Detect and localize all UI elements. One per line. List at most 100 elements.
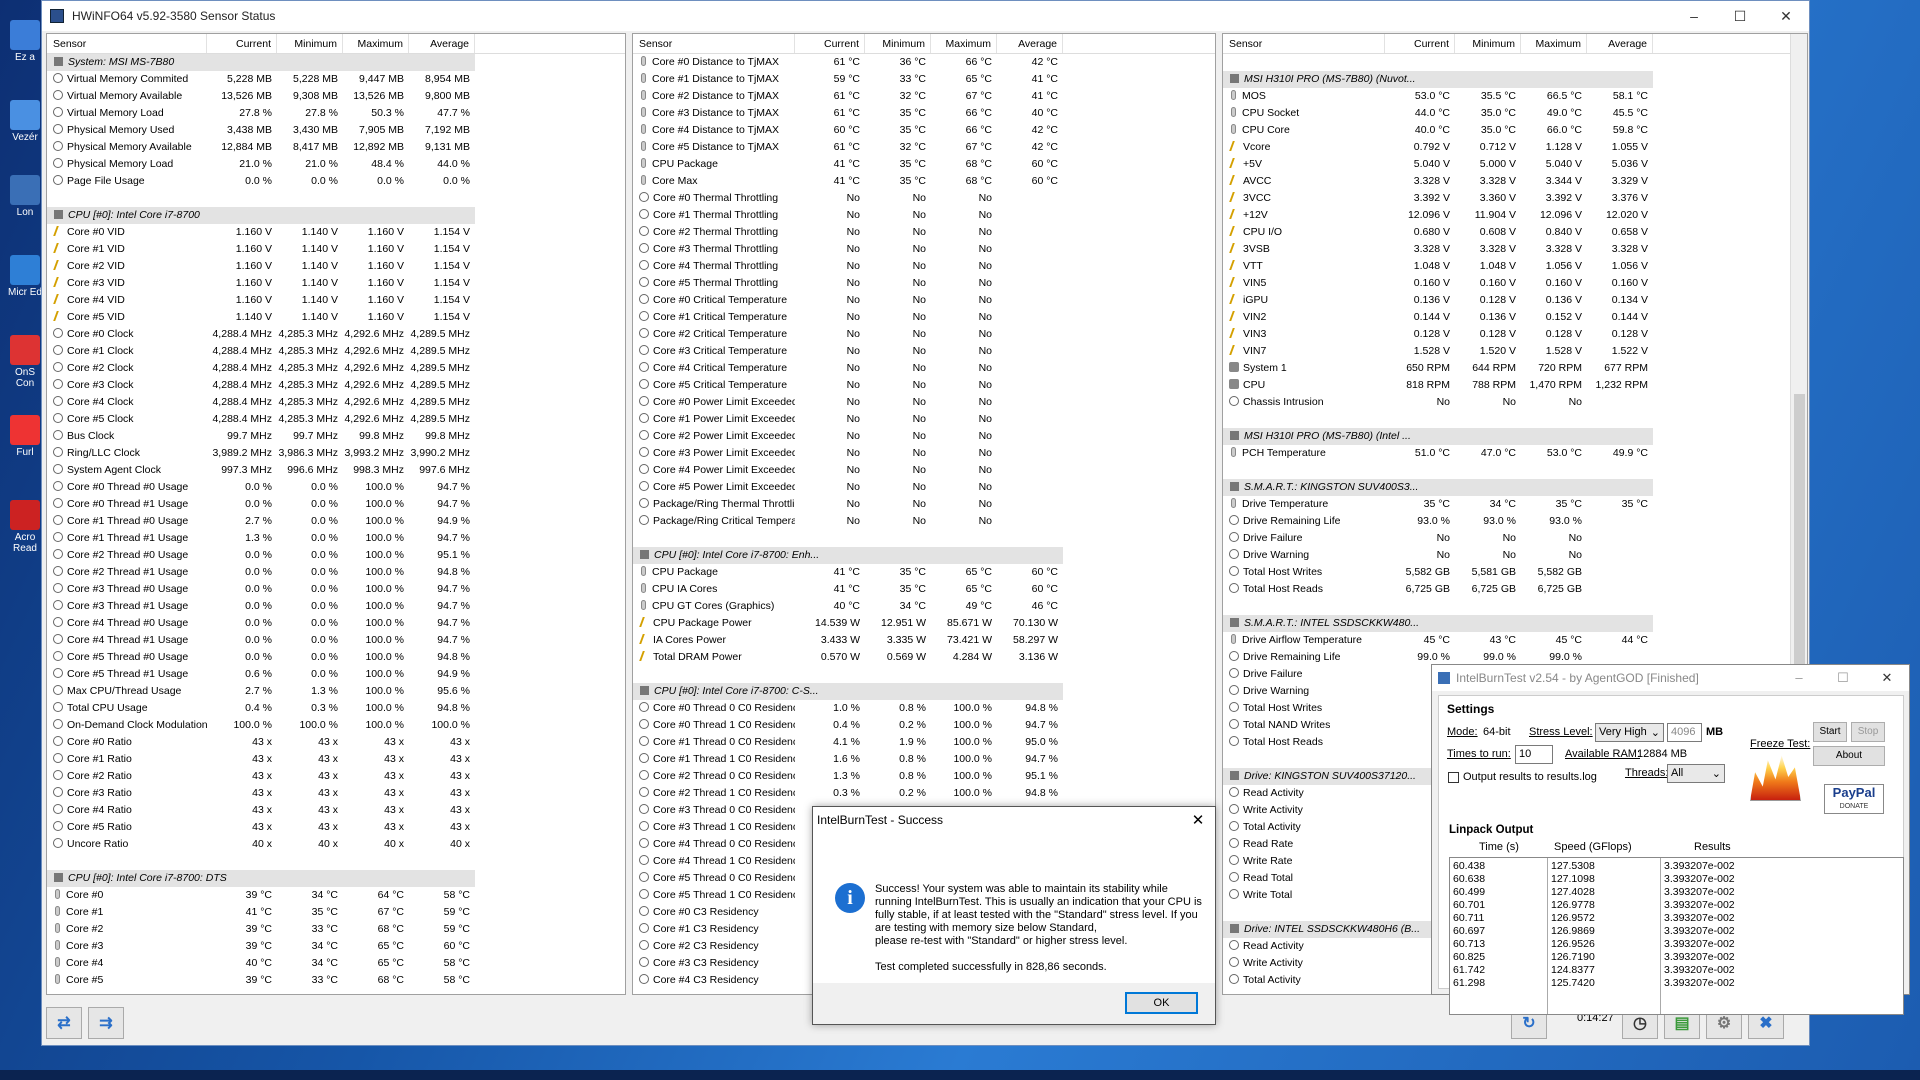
sensor-panel-1[interactable]: Sensor Current Minimum Maximum Average System… [46, 33, 626, 995]
desktop-shortcut[interactable]: Furl [8, 415, 42, 458]
times-to-run-input[interactable]: 10 [1515, 745, 1553, 764]
sensor-row[interactable]: Core #4 Critical Temperature No No No [633, 360, 1215, 377]
sensor-row[interactable]: AVCC 3.328 V 3.328 V 3.344 V 3.329 V [1223, 173, 1807, 190]
sensor-row[interactable]: Core #0 Thermal Throttling No No No [633, 190, 1215, 207]
sensor-row[interactable]: Core #1 41 °C 35 °C 67 °C 59 °C [47, 904, 625, 921]
sensor-group-header[interactable]: MSI H310I PRO (MS-7B80) (Nuvot... [1223, 71, 1807, 88]
sensor-row[interactable]: 3VSB 3.328 V 3.328 V 3.328 V 3.328 V [1223, 241, 1807, 258]
ibt-minimize-button[interactable]: – [1777, 670, 1821, 686]
sensor-row[interactable]: Core #2 Thermal Throttling No No No [633, 224, 1215, 241]
maximize-button[interactable]: ☐ [1717, 8, 1763, 25]
sensor-row[interactable]: MOS 53.0 °C 35.5 °C 66.5 °C 58.1 °C [1223, 88, 1807, 105]
column-header[interactable]: Current [1385, 34, 1455, 53]
sensor-row[interactable]: CPU Package 41 °C 35 °C 68 °C 60 °C [633, 156, 1215, 173]
sensor-row[interactable]: Core #1 Power Limit Exceeded No No No [633, 411, 1215, 428]
sensor-row[interactable]: VTT 1.048 V 1.048 V 1.056 V 1.056 V [1223, 258, 1807, 275]
sensor-row[interactable]: Core #2 Critical Temperature No No No [633, 326, 1215, 343]
desktop-shortcut[interactable]: OnS Con [8, 335, 42, 389]
sensor-row[interactable]: Core #0 Power Limit Exceeded No No No [633, 394, 1215, 411]
sensor-row[interactable]: Core #3 Clock 4,288.4 MHz 4,285.3 MHz 4,292… [47, 377, 625, 394]
column-header[interactable]: Maximum [1521, 34, 1587, 53]
scrollbar-thumb[interactable] [1794, 394, 1805, 694]
sensor-row[interactable]: Core #4 Thermal Throttling No No No [633, 258, 1215, 275]
sensor-row[interactable]: Core #0 Thread #1 Usage 0.0 % 0.0 % 100.0 %… [47, 496, 625, 513]
stress-level-select[interactable]: Very High ⌄ [1595, 723, 1664, 742]
sensor-row[interactable]: Vcore 0.792 V 0.712 V 1.128 V 1.055 V [1223, 139, 1807, 156]
sensor-row[interactable]: PCH Temperature 51.0 °C 47.0 °C 53.0 °C 49.9… [1223, 445, 1807, 462]
paypal-donate-button[interactable]: PayPal DONATE [1824, 784, 1884, 814]
sensor-row[interactable]: Core #1 Critical Temperature No No No [633, 309, 1215, 326]
sensor-row[interactable]: Core #5 Distance to TjMAX 61 °C 32 °C 67 °C… [633, 139, 1215, 156]
sensor-row[interactable]: Max CPU/Thread Usage 2.7 % 1.3 % 100.0 % 95.… [47, 683, 625, 700]
sensor-row[interactable]: Core #4 Ratio 43 x 43 x 43 x 43 x [47, 802, 625, 819]
sensor-row[interactable]: Core #2 Ratio 43 x 43 x 43 x 43 x [47, 768, 625, 785]
sensor-row[interactable]: Core #1 Ratio 43 x 43 x 43 x 43 x [47, 751, 625, 768]
sensor-row[interactable]: Core #0 VID 1.160 V 1.140 V 1.160 V 1.154 V [47, 224, 625, 241]
sensor-row[interactable]: VIN3 0.128 V 0.128 V 0.128 V 0.128 V [1223, 326, 1807, 343]
sensor-row[interactable]: Core #1 Thread #1 Usage 1.3 % 0.0 % 100.0 %… [47, 530, 625, 547]
sensor-row[interactable]: Core #3 VID 1.160 V 1.140 V 1.160 V 1.154 V [47, 275, 625, 292]
close-button[interactable]: ✕ [1763, 8, 1809, 25]
sensor-row[interactable]: Total Host Reads 6,725 GB 6,725 GB 6,725 GB [1223, 581, 1807, 598]
sensor-row[interactable]: Package/Ring Thermal Throttling No No No [633, 496, 1215, 513]
sensor-row[interactable]: Core #5 Thread #1 Usage 0.6 % 0.0 % 100.0 %… [47, 666, 625, 683]
navigate-arrows-icon[interactable]: ⇄ [46, 1007, 82, 1039]
column-header[interactable]: Sensor [633, 34, 795, 53]
sensor-row[interactable]: Core #3 39 °C 34 °C 65 °C 60 °C [47, 938, 625, 955]
sensor-row[interactable]: Core #5 Thermal Throttling No No No [633, 275, 1215, 292]
sensor-group-header[interactable]: MSI H310I PRO (MS-7B80) (Intel ... [1223, 428, 1807, 445]
sensor-row[interactable]: Core #5 39 °C 33 °C 68 °C 58 °C [47, 972, 625, 989]
sensor-row[interactable]: Core #2 Distance to TjMAX 61 °C 32 °C 67 °C… [633, 88, 1215, 105]
sensor-row[interactable]: Chassis Intrusion No No No [1223, 394, 1807, 411]
sensor-row[interactable]: Core #3 Thread #0 Usage 0.0 % 0.0 % 100.0 %… [47, 581, 625, 598]
sensor-row[interactable]: Core #3 Ratio 43 x 43 x 43 x 43 x [47, 785, 625, 802]
sensor-group-header[interactable]: S.M.A.R.T.: INTEL SSDSCKKW480... [1223, 615, 1807, 632]
sensor-row[interactable]: Core #4 Distance to TjMAX 60 °C 35 °C 66 °C… [633, 122, 1215, 139]
flame-icon[interactable] [1750, 755, 1801, 801]
dialog-close-button[interactable]: ✕ [1181, 811, 1215, 829]
sensor-row[interactable]: Core #1 Clock 4,288.4 MHz 4,285.3 MHz 4,292… [47, 343, 625, 360]
sensor-row[interactable]: Core #1 Thread 0 C0 Residency 4.1 % 1.9 % 1… [633, 734, 1215, 751]
column-header[interactable]: Current [795, 34, 865, 53]
column-header[interactable]: Sensor [1223, 34, 1385, 53]
sensor-row[interactable]: Core #0 39 °C 34 °C 64 °C 58 °C [47, 887, 625, 904]
sensor-group-header[interactable]: System: MSI MS-7B80 [47, 54, 625, 71]
sensor-row[interactable]: System 1 650 RPM 644 RPM 720 RPM 677 RPM [1223, 360, 1807, 377]
sensor-row[interactable]: Core #2 Thread #0 Usage 0.0 % 0.0 % 100.0 %… [47, 547, 625, 564]
sensor-row[interactable]: Core #4 Thread #0 Usage 0.0 % 0.0 % 100.0 %… [47, 615, 625, 632]
column-header[interactable]: Current [207, 34, 277, 53]
sensor-row[interactable]: +5V 5.040 V 5.000 V 5.040 V 5.036 V [1223, 156, 1807, 173]
sensor-group-header[interactable]: CPU [#0]: Intel Core i7-8700: DTS [47, 870, 625, 887]
sensor-row[interactable]: 3VCC 3.392 V 3.360 V 3.392 V 3.376 V [1223, 190, 1807, 207]
sensor-row[interactable]: Drive Warning No No No [1223, 547, 1807, 564]
sensor-row[interactable]: Bus Clock 99.7 MHz 99.7 MHz 99.8 MHz 99.8 MH… [47, 428, 625, 445]
sensor-row[interactable]: CPU Core 40.0 °C 35.0 °C 66.0 °C 59.8 °C [1223, 122, 1807, 139]
sensor-row[interactable]: Core #0 Thread #0 Usage 0.0 % 0.0 % 100.0 %… [47, 479, 625, 496]
desktop-shortcut[interactable]: Ez a [8, 20, 42, 63]
sensor-row[interactable]: Core #1 Thermal Throttling No No No [633, 207, 1215, 224]
sensor-row[interactable]: VIN2 0.144 V 0.136 V 0.152 V 0.144 V [1223, 309, 1807, 326]
sensor-row[interactable]: VIN7 1.528 V 1.520 V 1.528 V 1.522 V [1223, 343, 1807, 360]
sensor-row[interactable]: Drive Failure No No No [1223, 530, 1807, 547]
column-header[interactable]: Minimum [277, 34, 343, 53]
sensor-row[interactable]: Drive Temperature 35 °C 34 °C 35 °C 35 °C [1223, 496, 1807, 513]
collapse-arrows-icon[interactable]: ⇉ [88, 1007, 124, 1039]
sensor-row[interactable]: Core #2 Thread 0 C0 Residency 1.3 % 0.8 % 1… [633, 768, 1215, 785]
sensor-row[interactable]: Core #1 Thread 1 C0 Residency 1.6 % 0.8 % 1… [633, 751, 1215, 768]
sensor-row[interactable]: +12V 12.096 V 11.904 V 12.096 V 12.020 V [1223, 207, 1807, 224]
sensor-row[interactable]: Virtual Memory Load 27.8 % 27.8 % 50.3 % 47.… [47, 105, 625, 122]
column-header[interactable]: Minimum [1455, 34, 1521, 53]
stop-button[interactable]: Stop [1851, 722, 1885, 742]
ibt-maximize-button[interactable]: ☐ [1821, 670, 1865, 686]
threads-select[interactable]: All ⌄ [1667, 764, 1725, 783]
ok-button[interactable]: OK [1125, 992, 1198, 1014]
sensor-row[interactable]: Ring/LLC Clock 3,989.2 MHz 3,986.3 MHz 3,99… [47, 445, 625, 462]
sensor-row[interactable]: Physical Memory Load 21.0 % 21.0 % 48.4 % 44… [47, 156, 625, 173]
column-header[interactable]: Average [997, 34, 1063, 53]
sensor-row[interactable]: Page File Usage 0.0 % 0.0 % 0.0 % 0.0 % [47, 173, 625, 190]
sensor-row[interactable]: Core #2 Power Limit Exceeded No No No [633, 428, 1215, 445]
sensor-group-header[interactable]: CPU [#0]: Intel Core i7-8700 [47, 207, 625, 224]
sensor-row[interactable]: Core #3 Power Limit Exceeded No No No [633, 445, 1215, 462]
sensor-row[interactable]: Core #4 Thread #1 Usage 0.0 % 0.0 % 100.0 %… [47, 632, 625, 649]
sensor-row[interactable]: Total CPU Usage 0.4 % 0.3 % 100.0 % 94.8 % [47, 700, 625, 717]
